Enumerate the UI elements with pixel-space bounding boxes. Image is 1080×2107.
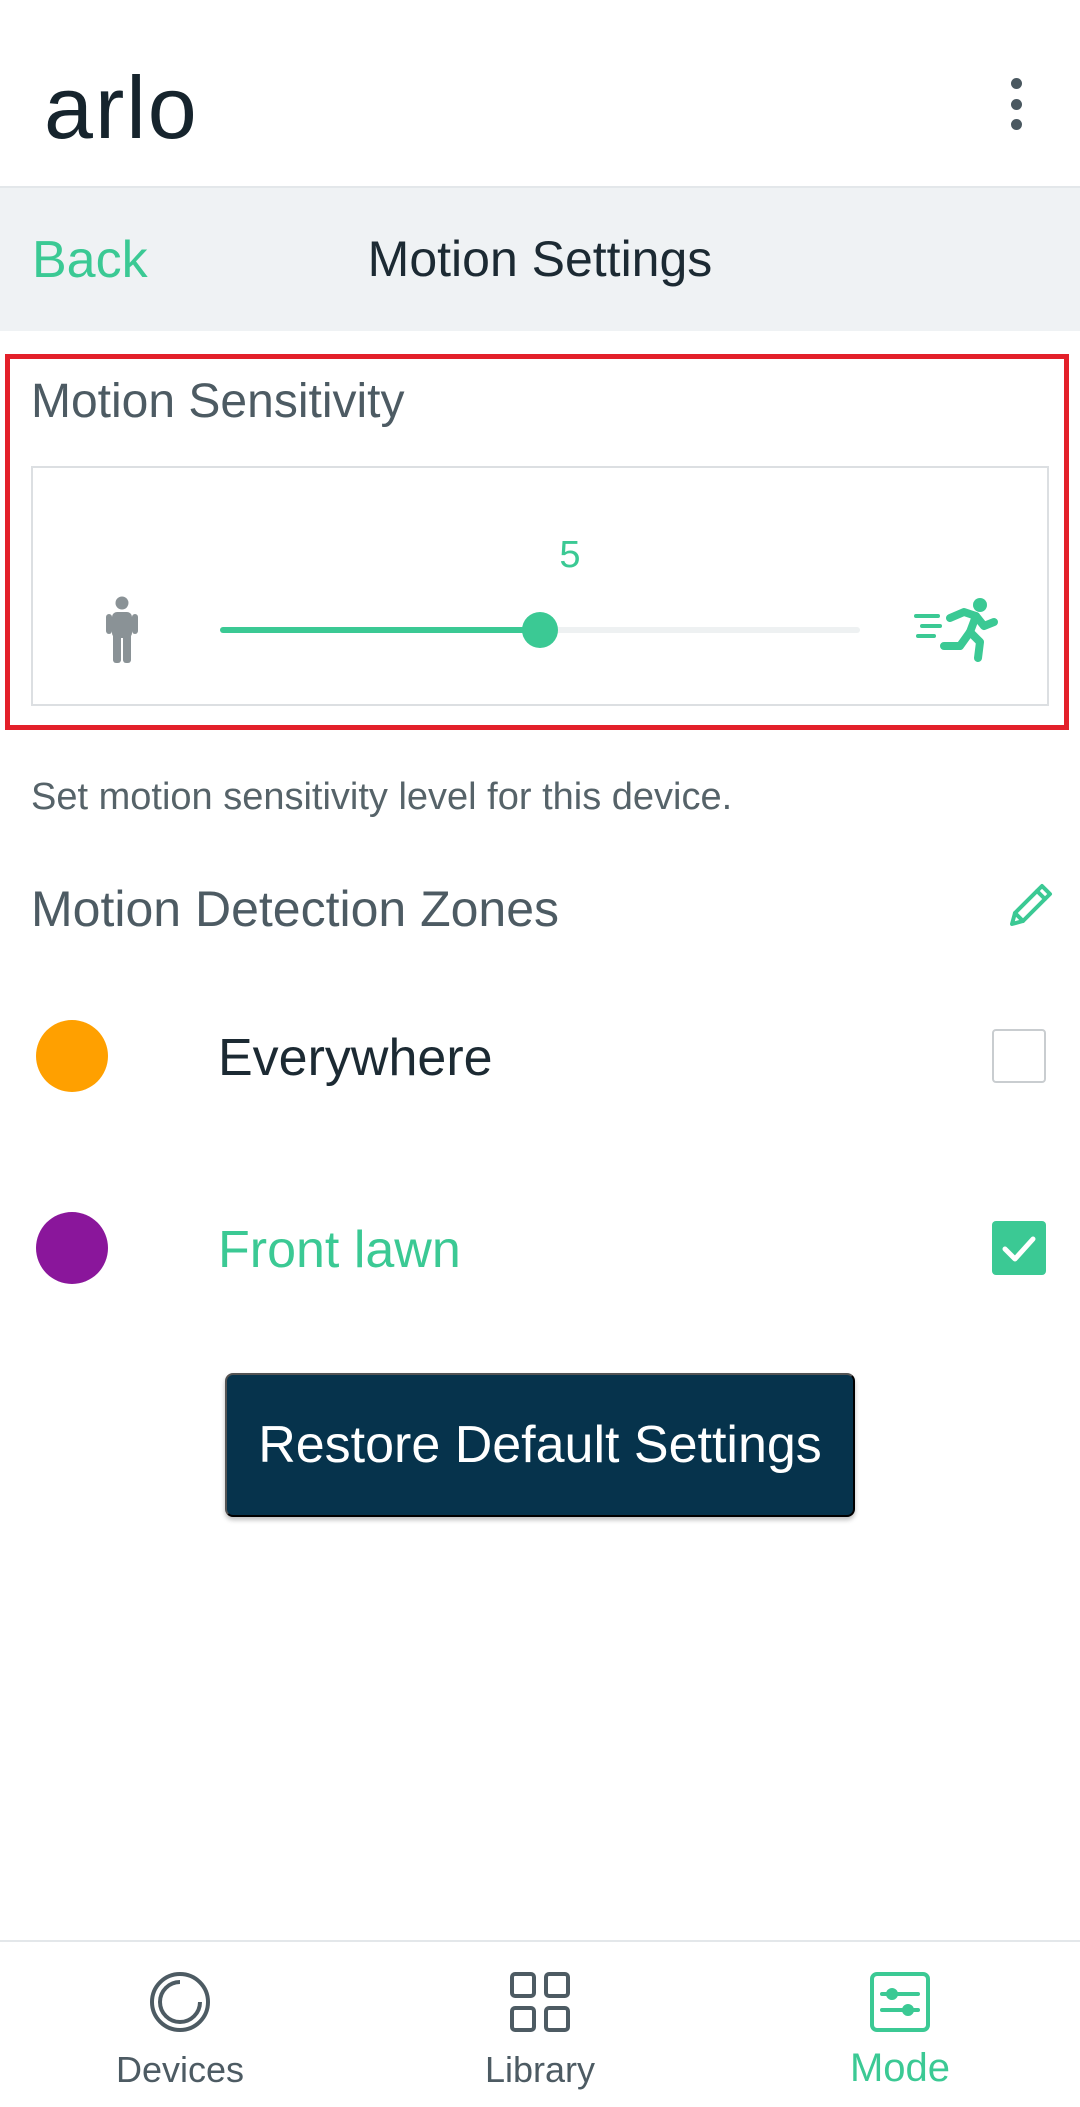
sensitivity-card (31, 466, 1049, 706)
grid-icon (510, 1972, 570, 2032)
sensitivity-helper-text: Set motion sensitivity level for this de… (31, 776, 733, 818)
camera-lens-icon (150, 1972, 210, 2032)
sensitivity-value: 5 (559, 534, 581, 576)
sensitivity-slider[interactable] (220, 612, 860, 648)
app-bar: arlo (0, 0, 1080, 188)
arlo-logo: arlo (44, 58, 199, 148)
bottom-nav: Devices Library Mode (0, 1940, 1080, 2105)
nav-item-devices[interactable]: Devices (0, 1942, 360, 2107)
nav-item-library[interactable]: Library (360, 1942, 720, 2107)
restore-default-settings-button[interactable]: Restore Default Settings (225, 1373, 855, 1517)
sensitivity-slider-thumb[interactable] (522, 612, 558, 648)
motion-zones-title: Motion Detection Zones (31, 881, 560, 937)
zone-color-dot (36, 1212, 108, 1284)
zone-name: Everywhere (218, 1029, 493, 1087)
overflow-menu-icon[interactable] (992, 72, 1040, 136)
motion-sensitivity-title: Motion Sensitivity (31, 375, 405, 428)
nav-label: Devices (115, 2049, 245, 2090)
sub-header: Back Motion Settings (0, 188, 1080, 331)
zone-checkbox[interactable] (992, 1029, 1046, 1083)
nav-label: Mode (849, 2046, 951, 2090)
zone-row-front-lawn[interactable]: Front lawn (0, 1188, 1080, 1308)
checkmark-icon (1002, 1236, 1036, 1262)
zone-row-everywhere[interactable]: Everywhere (0, 996, 1080, 1116)
svg-text:arlo: arlo (44, 58, 199, 148)
walking-person-icon (106, 596, 138, 663)
sensitivity-slider-fill (220, 627, 540, 633)
nav-item-mode[interactable]: Mode (720, 1942, 1080, 2107)
pencil-icon[interactable] (1006, 878, 1058, 930)
sliders-icon (870, 1972, 930, 2032)
running-person-icon (914, 598, 998, 662)
zone-color-dot (36, 1020, 108, 1092)
page-title: Motion Settings (367, 231, 713, 287)
zone-name: Front lawn (218, 1221, 461, 1279)
nav-label: Library (484, 2049, 596, 2090)
zone-checkbox[interactable] (992, 1221, 1046, 1275)
